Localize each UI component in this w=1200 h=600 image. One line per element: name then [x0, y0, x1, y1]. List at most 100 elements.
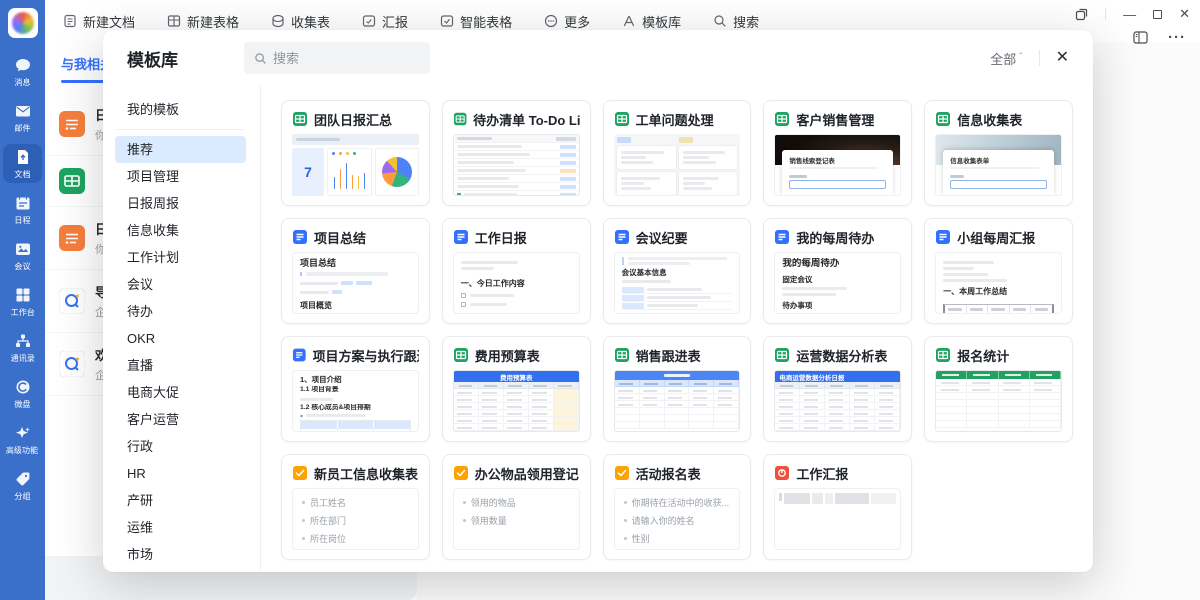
sidebar-item-workbench[interactable]: 工作台 [3, 282, 42, 321]
sidebar-item-contacts[interactable]: 通讯录 [3, 328, 42, 367]
template-card[interactable]: 运营数据分析表 电商运营数据分析日报 [763, 336, 912, 442]
template-card[interactable]: 新员工信息收集表 员工姓名 所在部门 所在岗位 星座 [281, 454, 430, 560]
toolbar-report[interactable]: 汇报 [362, 12, 408, 31]
template-card[interactable]: 工作日报 一、今日工作内容 [442, 218, 591, 324]
template-card[interactable]: 项目总结 项目总结 项目概览 [281, 218, 430, 324]
sidebar-item-advanced[interactable]: 高级功能 [3, 420, 42, 459]
menu-item-okr[interactable]: OKR [103, 325, 260, 352]
window-close-icon[interactable]: ✕ [1179, 6, 1190, 22]
template-card[interactable]: 销售跟进表 [603, 336, 752, 442]
menu-item-rnd[interactable]: 产研 [103, 487, 260, 514]
sidebar-item-meeting[interactable]: 会议 [3, 236, 42, 275]
menu-item-my-templates[interactable]: 我的模板 [103, 96, 260, 123]
card-preview: 一、今日工作内容 [453, 252, 580, 314]
document-icon [292, 229, 308, 245]
template-library-modal: 模板库 全部ˇ ✕ 我的模板 推荐 项目管理 日报周报 信息收集 工作计划 会议 [103, 30, 1093, 572]
menu-item-marketing[interactable]: 市场 [103, 541, 260, 568]
modal-title: 模板库 [127, 46, 178, 71]
menu-item-meeting[interactable]: 会议 [103, 271, 260, 298]
form-icon [292, 465, 308, 481]
more-circle-icon [544, 14, 558, 28]
sidebar-item-messages[interactable]: 消息 [3, 52, 42, 91]
template-card[interactable]: 信息收集表 信息收集表单 [924, 100, 1073, 206]
document-icon [935, 229, 951, 245]
sidebar-item-calendar[interactable]: 日程 [3, 190, 42, 229]
mail-icon [14, 102, 32, 120]
menu-item-project-mgmt[interactable]: 项目管理 [103, 163, 260, 190]
maximize-icon[interactable] [1153, 10, 1162, 19]
card-preview: 7 [292, 134, 419, 196]
sidebar-item-mail[interactable]: 邮件 [3, 98, 42, 137]
tag-icon [14, 470, 32, 488]
close-icon[interactable]: ✕ [1056, 50, 1069, 66]
popup-window-icon[interactable] [1075, 8, 1088, 21]
menu-item-ops[interactable]: 运维 [103, 514, 260, 541]
new-doc-icon [63, 14, 77, 28]
template-card[interactable]: 办公物品领用登记 领用的物品 领用数量 [442, 454, 591, 560]
menu-item-work-plan[interactable]: 工作计划 [103, 244, 260, 271]
template-card[interactable]: 费用预算表 费用预算表 [442, 336, 591, 442]
menu-item-recommended[interactable]: 推荐 [115, 136, 246, 163]
grid-icon [14, 286, 32, 304]
secondary-controls: ··· [1133, 30, 1186, 45]
menu-item-admin[interactable]: 行政 [103, 433, 260, 460]
drive-icon [14, 378, 32, 396]
form-icon [614, 465, 630, 481]
filter-dropdown[interactable]: 全部ˇ [990, 49, 1022, 68]
sidebar-item-docs[interactable]: 文档 [3, 144, 42, 183]
menu-item-finance[interactable]: 财务 [103, 568, 260, 572]
template-card[interactable]: 报名统计 [924, 336, 1073, 442]
menu-item-ecommerce[interactable]: 电商大促 [103, 379, 260, 406]
card-preview [453, 134, 580, 196]
template-card[interactable]: 小组每周汇报 一、本周工作总结 [924, 218, 1073, 324]
template-card[interactable]: 团队日报汇总 7 [281, 100, 430, 206]
template-category-menu: 我的模板 推荐 项目管理 日报周报 信息收集 工作计划 会议 待办 OKR 直播… [103, 86, 261, 572]
sidebar-item-drive[interactable]: 微盘 [3, 374, 42, 413]
toolbar-search[interactable]: 搜索 [713, 12, 759, 31]
avatar[interactable] [8, 8, 38, 38]
template-search-box[interactable] [244, 42, 430, 74]
menu-item-customer-ops[interactable]: 客户运营 [103, 406, 260, 433]
layout-icon[interactable] [1133, 31, 1148, 44]
template-card[interactable]: 待办清单 To-Do List [442, 100, 591, 206]
template-card[interactable]: 会议纪要 会议基本信息 [603, 218, 752, 324]
daily-report-icon [59, 225, 85, 251]
chevron-down-icon: ˇ [1019, 52, 1022, 63]
menu-item-live[interactable]: 直播 [103, 352, 260, 379]
toolbar-more[interactable]: 更多 [544, 12, 590, 31]
divider [1039, 50, 1040, 66]
search-input[interactable] [273, 51, 403, 66]
template-card[interactable]: 工单问题处理 [603, 100, 752, 206]
card-preview: 员工姓名 所在部门 所在岗位 星座 [292, 488, 419, 550]
template-card[interactable]: 我的每周待办 我的每周待办 固定会议 待办事项 [763, 218, 912, 324]
menu-item-daily-weekly[interactable]: 日报周报 [103, 190, 260, 217]
template-card[interactable]: 工作汇报 [763, 454, 912, 560]
menu-item-todo[interactable]: 待办 [103, 298, 260, 325]
report-icon [774, 465, 790, 481]
template-card[interactable]: 项目方案与执行跟进 1、项目介绍 1.1 项目背景 1.2 核心成员&项目排期 [281, 336, 430, 442]
minimize-icon[interactable]: — [1123, 8, 1136, 21]
template-icon [622, 14, 636, 28]
menu-item-info-collect[interactable]: 信息收集 [103, 217, 260, 244]
search-icon [254, 52, 267, 65]
toolbar-smart-sheet[interactable]: 智能表格 [440, 12, 512, 31]
sidebar-item-group[interactable]: 分组 [3, 466, 42, 505]
pie-chart [382, 157, 412, 187]
card-preview [614, 134, 741, 196]
avatar-image [12, 12, 34, 34]
toolbar-template-library[interactable]: 模板库 [622, 12, 681, 31]
template-card[interactable]: 活动报名表 你期待在活动中的收获... 请输入你的姓名 性别 你所在部门 [603, 454, 752, 560]
template-card[interactable]: 客户销售管理 销售线索登记表 [763, 100, 912, 206]
spreadsheet-icon [614, 347, 630, 363]
form-icon [453, 465, 469, 481]
spreadsheet-icon [59, 168, 85, 194]
toolbar-new-sheet[interactable]: 新建表格 [167, 12, 239, 31]
toolbar-collect-form[interactable]: 收集表 [271, 12, 330, 31]
more-options-icon[interactable]: ··· [1168, 30, 1186, 45]
org-chart-icon [14, 332, 32, 350]
card-preview: 信息收集表单 [935, 134, 1062, 196]
toolbar-new-doc[interactable]: 新建文档 [63, 12, 135, 31]
sparkle-icon [14, 424, 32, 442]
card-preview: 会议基本信息 [614, 252, 741, 314]
menu-item-hr[interactable]: HR [103, 460, 260, 487]
